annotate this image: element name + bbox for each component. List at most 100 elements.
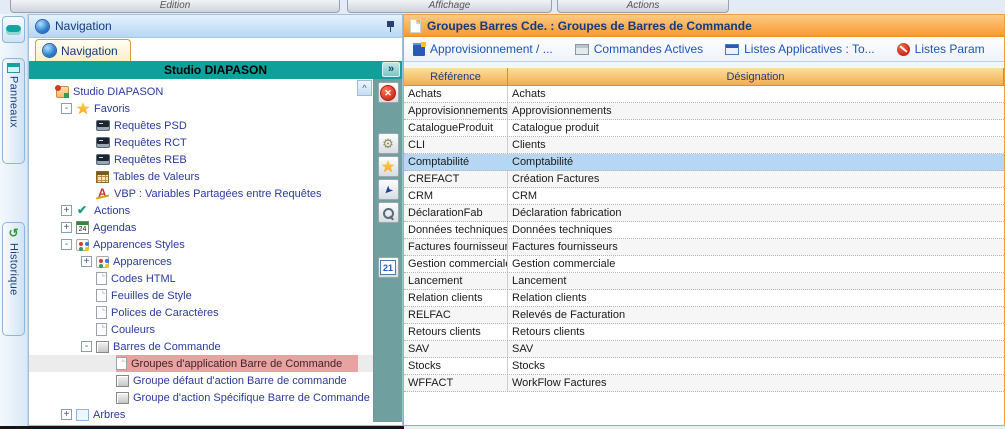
table-row[interactable]: RELFACRelevés de Facturation <box>404 307 1004 324</box>
tree-expander[interactable]: - <box>81 341 92 352</box>
toolbar-item-listes-applicatives-to[interactable]: Listes Applicatives : To... <box>725 42 875 56</box>
tree-item[interactable]: Feuilles de Style <box>29 287 373 304</box>
sidebar-tab-historique[interactable]: Historique <box>2 222 25 336</box>
tree-item-label: Apparences <box>113 256 172 268</box>
cell-reference: WFFACT <box>404 375 508 391</box>
tree-item[interactable]: Requêtes PSD <box>29 117 373 134</box>
tree-item[interactable]: Groupe d'action Spécifique Barre de Comm… <box>29 389 373 406</box>
table-row[interactable]: CRMCRM <box>404 188 1004 205</box>
tree-expander[interactable]: + <box>61 409 72 420</box>
table-row[interactable]: WFFACTWorkFlow Factures <box>404 375 1004 392</box>
cell-reference: Achats <box>404 86 508 102</box>
table-row[interactable]: CatalogueProduitCatalogue produit <box>404 120 1004 137</box>
expand-tree-button[interactable]: » <box>382 62 400 77</box>
ribbon-tab-actions[interactable]: Actions <box>557 0 729 13</box>
collapsed-panel-tab[interactable] <box>2 16 25 43</box>
table-row[interactable]: Données techniquesDonnées techniques <box>404 222 1004 239</box>
tree-item-label: Requêtes REB <box>114 154 187 166</box>
grid-rows: AchatsAchatsApprovisionnementsApprovisio… <box>404 86 1004 392</box>
table-row[interactable]: Retours clientsRetours clients <box>404 324 1004 341</box>
search-button[interactable] <box>378 202 399 223</box>
tree-item[interactable]: Groupe défaut d'action Barre de commande <box>29 372 373 389</box>
star-button[interactable] <box>378 156 399 177</box>
ribbon-tab-edition[interactable]: Edition <box>10 0 340 13</box>
table-row[interactable]: ApprovisionnementsApprovisionnements <box>404 103 1004 120</box>
sidebar-tab-panneaux[interactable]: Panneaux <box>2 58 25 164</box>
tree-item[interactable]: -Apparences Styles <box>29 236 373 253</box>
cell-designation: SAV <box>508 341 1004 357</box>
tree-item[interactable]: + Apparences <box>29 253 373 270</box>
forbidden-icon <box>897 43 910 56</box>
tree-item-label: Groupes d'application Barre de Commande <box>131 358 342 370</box>
cell-reference: CatalogueProduit <box>404 120 508 136</box>
tree-item[interactable]: +Arbres <box>29 406 373 422</box>
table-row[interactable]: CLIClients <box>404 137 1004 154</box>
ribbon-tab-affichage[interactable]: Affichage <box>347 0 552 13</box>
tree-expander[interactable]: - <box>61 239 72 250</box>
navigation-tree: Studio DIAPASON-FavorisRequêtes PSD Requê… <box>29 79 374 422</box>
tree-item-label: Requêtes RCT <box>114 137 187 149</box>
tree-expander[interactable]: + <box>81 256 92 267</box>
tree-expander[interactable]: - <box>61 103 72 114</box>
gear-button[interactable] <box>378 133 399 154</box>
search-icon <box>381 206 395 220</box>
tree-item[interactable]: Couleurs <box>29 321 373 338</box>
tree-expander[interactable]: + <box>61 222 72 233</box>
cell-designation: Relation clients <box>508 290 1004 306</box>
tree-item[interactable]: VBP : Variables Partagées entre Requêtes <box>29 185 373 202</box>
star-icon <box>381 160 395 173</box>
scroll-up-button[interactable]: ^ <box>357 80 372 96</box>
table-row[interactable]: CREFACTCréation Factures <box>404 171 1004 188</box>
tree-expander[interactable]: + <box>61 205 72 216</box>
tree-item[interactable]: - Barres de Commande <box>29 338 373 355</box>
table-row[interactable]: AchatsAchats <box>404 86 1004 103</box>
pin-icon[interactable] <box>386 20 395 33</box>
table-row[interactable]: ComptabilitéComptabilité <box>404 154 1004 171</box>
page-icon <box>96 323 107 336</box>
tree-item[interactable]: -Favoris <box>29 100 373 117</box>
palette-icon <box>96 256 109 268</box>
tree-item[interactable]: Groupes d'application Barre de Commande <box>29 355 373 372</box>
column-header-reference[interactable]: Référence <box>404 68 508 85</box>
star-icon <box>76 102 90 115</box>
tree-item[interactable]: Requêtes REB <box>29 151 373 168</box>
dock-strip: Panneaux Historique <box>0 14 28 426</box>
tree-item[interactable]: +Agendas <box>29 219 373 236</box>
cell-reference: Approvisionnements <box>404 103 508 119</box>
table-row[interactable]: Relation clientsRelation clients <box>404 290 1004 307</box>
studio-icon <box>56 86 69 98</box>
page-icon <box>96 272 107 285</box>
toolbar-item-label: Approvisionnement / ... <box>430 42 553 56</box>
tree-item[interactable]: Polices de Caractères <box>29 304 373 321</box>
globe-icon <box>36 20 49 33</box>
toolbar-item-listes-param[interactable]: Listes Param <box>897 42 985 56</box>
tree-item[interactable]: Codes HTML <box>29 270 373 287</box>
tree-item-label: Feuilles de Style <box>111 290 192 302</box>
cell-reference: Données techniques <box>404 222 508 238</box>
close-button[interactable] <box>378 82 399 103</box>
table-row[interactable]: Factures fournisseursFactures fournisseu… <box>404 239 1004 256</box>
column-header-designation[interactable]: Désignation <box>508 68 1004 85</box>
tree-title: Studio DIAPASON <box>164 63 267 77</box>
content-panel: Groupes Barres Cde. : Groupes de Barres … <box>403 14 1005 426</box>
tree-item-label: Barres de Commande <box>113 341 221 353</box>
cal21-button[interactable]: 21 <box>378 257 399 278</box>
table-row[interactable]: Gestion commercialeGestion commerciale <box>404 256 1004 273</box>
tree-item[interactable]: +Actions <box>29 202 373 219</box>
cell-reference: Retours clients <box>404 324 508 340</box>
toolbar-item-approvisionnement[interactable]: Approvisionnement / ... <box>413 42 553 56</box>
cell-reference: Lancement <box>404 273 508 289</box>
table-row[interactable]: SAVSAV <box>404 341 1004 358</box>
tab-navigation[interactable]: Navigation <box>35 39 131 61</box>
table-row[interactable]: StocksStocks <box>404 358 1004 375</box>
table-row[interactable]: LancementLancement <box>404 273 1004 290</box>
cmdbar-icon <box>96 341 109 353</box>
toolbar-item-commandes-actives[interactable]: Commandes Actives <box>575 42 703 56</box>
pointer-button[interactable] <box>378 179 399 200</box>
tree-item[interactable]: Requêtes RCT <box>29 134 373 151</box>
tree-item[interactable]: Studio DIAPASON <box>29 83 373 100</box>
table-row[interactable]: DéclarationFabDéclaration fabrication <box>404 205 1004 222</box>
tree-item[interactable]: Tables de Valeurs <box>29 168 373 185</box>
cmdbar-icon <box>116 392 129 404</box>
navigation-panel-header: Navigation <box>29 15 402 38</box>
